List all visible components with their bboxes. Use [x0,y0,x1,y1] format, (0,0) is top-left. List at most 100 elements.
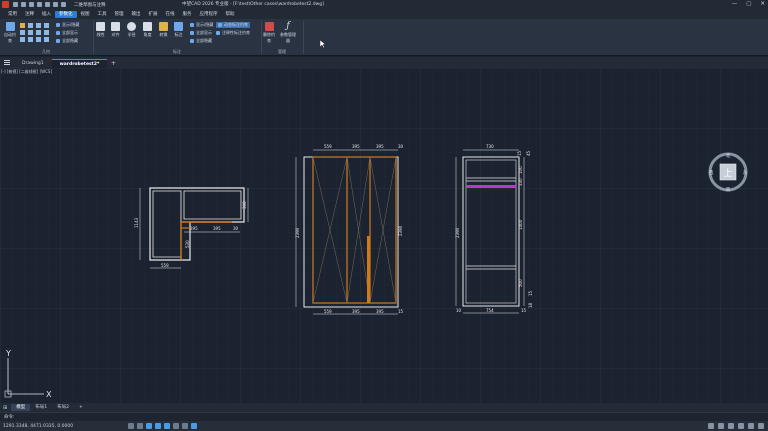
otrack-toggle-icon[interactable] [173,423,179,429]
workspace-selector[interactable]: 二维草图与注释 [74,2,106,8]
dimension-group: 线性 对齐 半径 角度 转换 标注 显示/隐藏 全部显示 全部隐藏 动态标注约束… [94,19,260,56]
concentric-icon[interactable] [36,23,41,28]
viewcube-top-face[interactable]: 上 [723,168,732,179]
hide-all-geo-button[interactable]: 全部隐藏 [56,38,78,44]
show-hide-geo-button[interactable]: 显示/隐藏 [56,22,79,28]
tab-view[interactable]: 视图 [77,11,94,18]
open-file-icon[interactable] [21,2,26,7]
ribbon-tabs: 常用 注释 插入 参数化 视图 工具 管理 输出 扩展 在线 服务 应用程序 帮… [0,9,768,19]
front-top-dim-3: 395 [376,144,384,149]
angular-dim-button[interactable]: 角度 [143,22,152,38]
tab-annotate[interactable]: 注释 [21,11,38,18]
new-document-button[interactable]: + [107,59,119,68]
save-icon[interactable] [29,2,34,7]
tab-tools[interactable]: 工具 [94,11,111,18]
tab-service[interactable]: 服务 [179,11,196,18]
annotation-scale-icon[interactable] [708,423,714,429]
viewcube-east[interactable]: 东 [743,169,748,176]
tab-extend[interactable]: 扩展 [145,11,162,18]
side-right-dim-2: 330 [518,178,523,186]
drawing-viewport[interactable]: [-] [俯视] [二维线框] [WCS] 1143 308 559 395 3… [0,68,768,403]
coincident-icon[interactable] [20,23,25,28]
dynamic-constraint-button[interactable]: 动态标注约束 [216,22,250,28]
horizontal-icon[interactable] [36,30,41,35]
osnap-toggle-icon[interactable] [164,423,170,429]
view-cube[interactable]: 上 北 南 东 西 [708,152,748,192]
collinear-icon[interactable] [28,23,33,28]
lock-ui-icon[interactable] [728,423,734,429]
delete-constraints-icon [264,22,274,31]
tab-apps[interactable]: 应用程序 [196,11,222,18]
isolate-objects-icon[interactable] [738,423,744,429]
command-line[interactable]: 命令: [0,412,768,421]
tab-manage[interactable]: 管理 [111,11,128,18]
annotational-constraint-button[interactable]: 注释性标注约束 [216,30,250,36]
layout-tab-model[interactable]: 模型 [11,404,31,411]
fix-icon[interactable] [44,23,49,28]
parameters-manager-button[interactable]: ƒ 参数管理器 [279,22,297,44]
status-right-tools [708,423,764,429]
linear-dim-button[interactable]: 线性 [96,22,105,38]
tab-output[interactable]: 输出 [128,11,145,18]
tab-insert[interactable]: 插入 [38,11,55,18]
layout-tab-layout1[interactable]: 布局1 [30,404,52,411]
viewcube-west[interactable]: 西 [709,170,714,176]
show-hide-dim-button[interactable]: 显示/隐藏 [190,22,213,28]
convert-button[interactable]: 转换 [159,22,168,38]
symmetric-icon[interactable] [36,37,41,42]
app-logo-icon[interactable] [2,1,9,8]
plan-view[interactable]: 1143 308 559 395 395 30 530 [134,187,249,269]
front-view[interactable]: 559 395 395 30 559 395 395 15 2390 2390 [295,144,404,315]
redo-icon[interactable] [61,2,66,7]
parallel-icon[interactable] [20,30,25,35]
show-all-geo-button[interactable]: 全部显示 [56,30,78,36]
print-icon[interactable] [45,2,50,7]
side-top-dim: 730 [486,144,494,149]
maximize-button[interactable]: ▢ [746,1,751,8]
grid-toggle-icon[interactable] [128,423,134,429]
snap-toggle-icon[interactable] [137,423,143,429]
radius-dim-button[interactable]: 半径 [127,22,136,38]
minimize-button[interactable]: — [732,1,738,8]
new-layout-button[interactable]: + [74,404,88,411]
ortho-toggle-icon[interactable] [146,423,152,429]
auto-constrain-button[interactable]: 自动约束 [3,22,17,44]
hide-all-dim-button[interactable]: 全部隐藏 [190,38,212,44]
ribbon-separator [303,21,304,54]
side-view[interactable]: 730 15 45 754 10 15 2390 100 330 1400 50… [455,144,533,314]
new-file-icon[interactable] [13,2,18,7]
customize-status-icon[interactable] [758,423,764,429]
save-as-icon[interactable] [37,2,42,7]
viewcube-south[interactable]: 南 [726,186,731,192]
workspace-switch-icon[interactable] [718,423,724,429]
perpendicular-icon[interactable] [28,30,33,35]
vertical-icon[interactable] [44,30,49,35]
delete-constraints-button[interactable]: 删除约束 [263,22,275,44]
doc-tab-wardrobetest2[interactable]: wardrobetest2* [51,59,108,68]
front-bottom-dim-1: 559 [324,309,332,314]
layout-tab-layout2[interactable]: 布局2 [52,404,74,411]
window-title: 中望CAD 2026 专业版 - [F:\test\Other cases\wa… [182,2,324,7]
tangent-icon[interactable] [20,37,25,42]
undo-icon[interactable] [53,2,58,7]
tab-help[interactable]: 帮助 [222,11,239,18]
tab-parametric[interactable]: 参数化 [55,10,77,18]
polar-toggle-icon[interactable] [155,423,161,429]
layout-nav-arrows-icon[interactable]: ⊞ [3,405,7,411]
show-all-dim-button[interactable]: 全部显示 [190,30,212,36]
viewcube-north[interactable]: 北 [726,152,731,159]
fullscreen-icon[interactable] [748,423,754,429]
aligned-dim-button[interactable]: 对齐 [111,22,120,38]
dyn-toggle-icon[interactable] [191,423,197,429]
smooth-icon[interactable] [28,37,33,42]
side-bottom-small-2: 15 [521,308,527,313]
tab-online[interactable]: 在线 [162,11,179,18]
close-button[interactable]: ✕ [760,1,765,8]
dim-constraint-button[interactable]: 标注 [174,22,183,38]
equal-icon[interactable] [44,37,49,42]
hamburger-menu-icon[interactable] [0,57,14,68]
lineweight-toggle-icon[interactable] [182,423,188,429]
doc-tab-drawing1[interactable]: Drawing1 [14,59,52,68]
plan-width-bottom-label: 559 [161,263,169,268]
tab-home[interactable]: 常用 [4,11,21,18]
